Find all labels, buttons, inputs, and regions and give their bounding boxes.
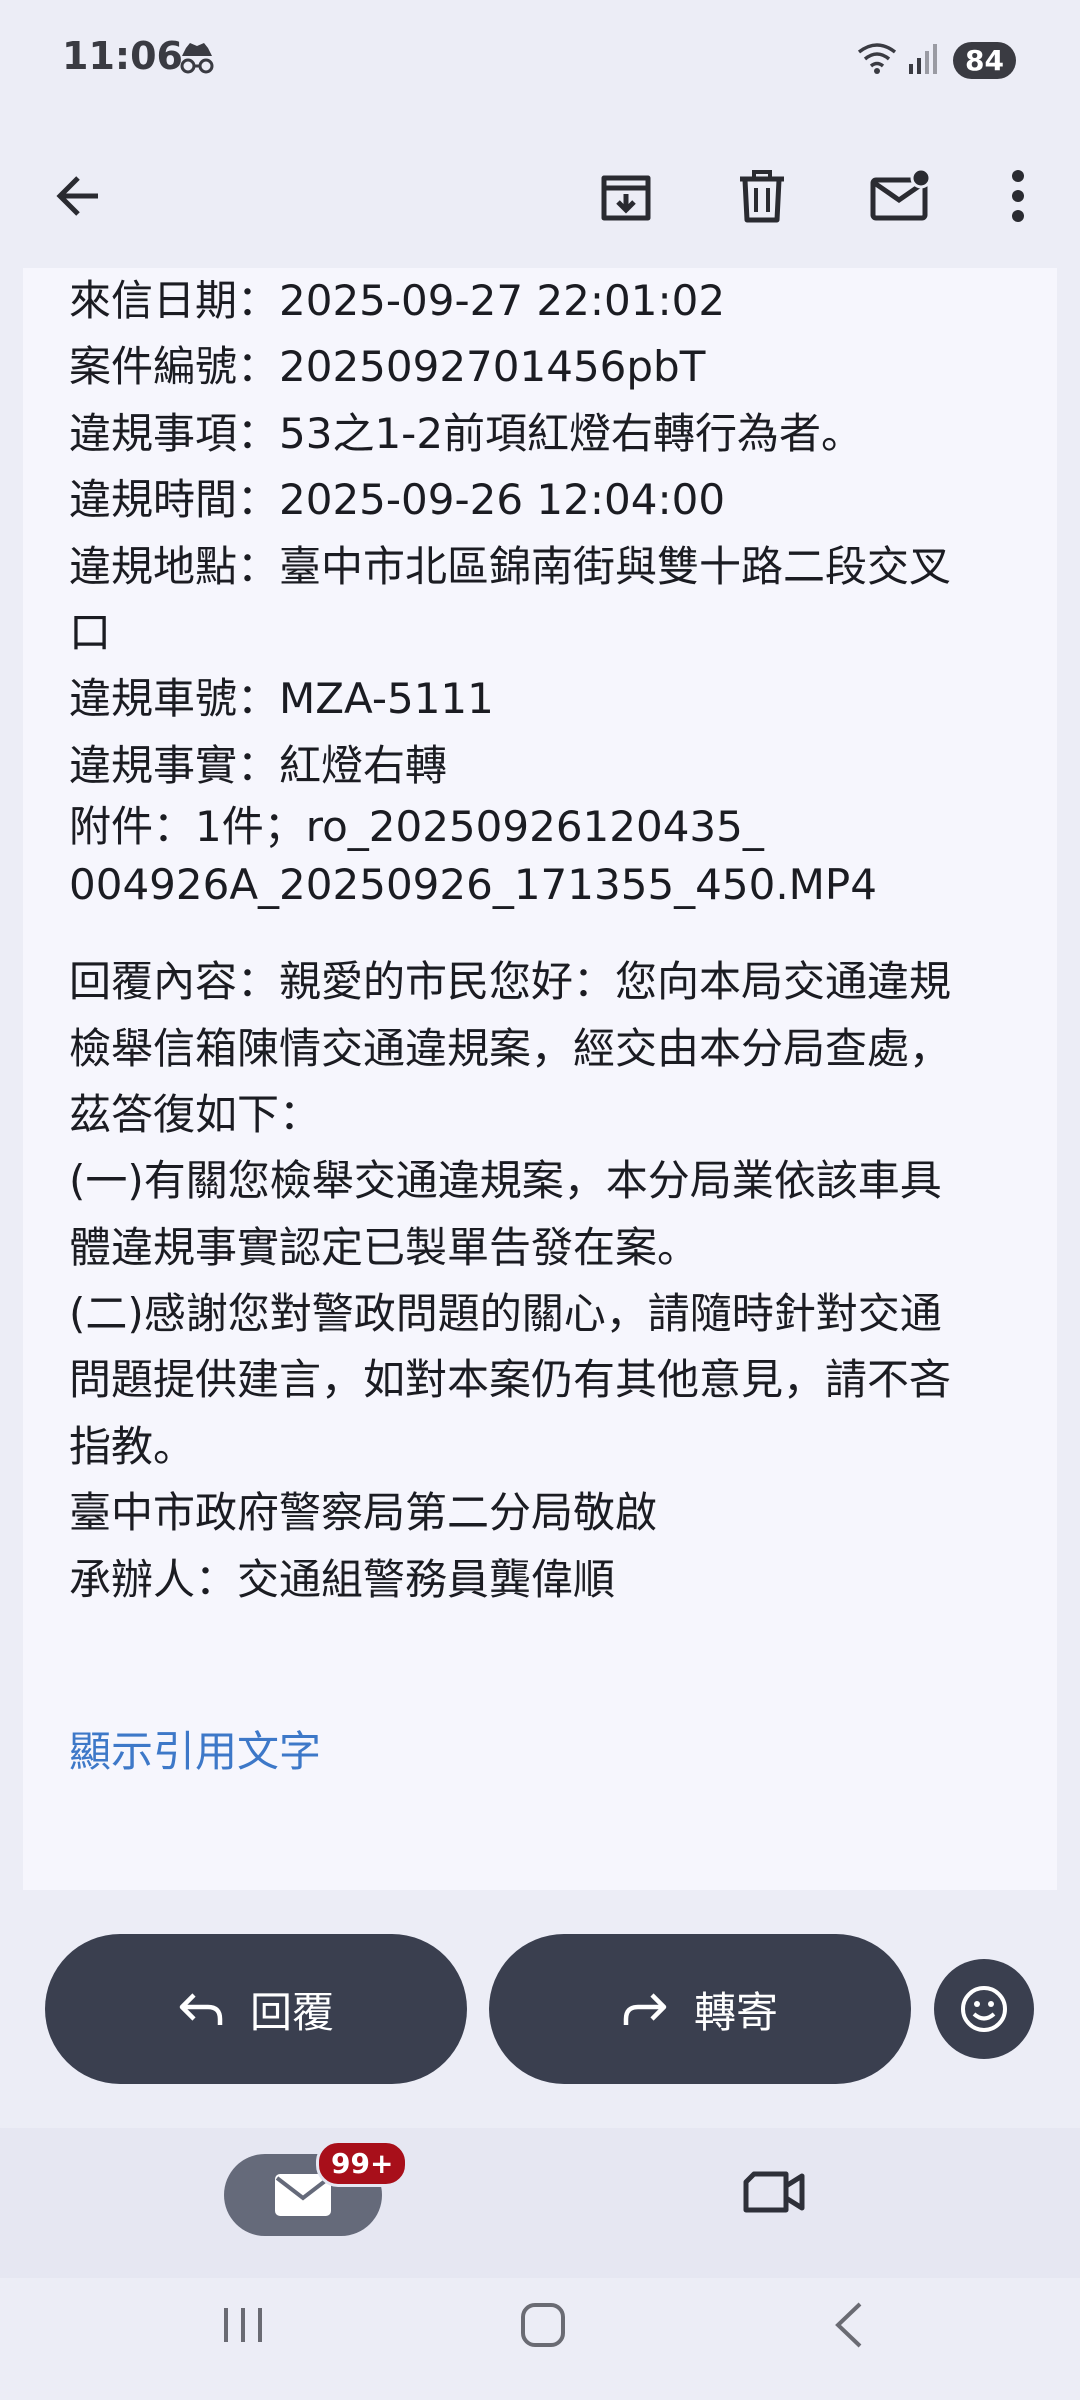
emoji-reaction-button[interactable]: [934, 1959, 1034, 2059]
delete-button[interactable]: [714, 148, 810, 244]
text-line: 違規時間：2025-09-26 12:04:00: [69, 475, 726, 525]
reply-label: 回覆: [249, 1987, 334, 2037]
text-line: (二)感謝您對警政問題的關心，請隨時針對交通: [69, 1289, 942, 1339]
battery-indicator: 84: [953, 41, 1016, 79]
attachment-line: 附件：1件；ro_20250926120435_: [69, 802, 764, 852]
nav-meet-tab[interactable]: [742, 2168, 806, 2220]
archive-button[interactable]: [578, 148, 674, 244]
message-toolbar: [0, 120, 1080, 270]
status-time: 11:06: [62, 34, 183, 78]
back-arrow-icon: [56, 176, 98, 216]
incognito-icon: [176, 40, 218, 80]
more-vert-icon: [1012, 170, 1024, 222]
text-line: 檢舉信箱陳情交通違規案，經交由本分局查處，: [69, 1023, 952, 1073]
action-row: 回覆 轉寄: [0, 1934, 1080, 2084]
signal-icon: [907, 40, 939, 80]
attachment-line: 004926A_20250926_171355_450.MP4: [69, 860, 877, 910]
forward-icon: [623, 1993, 667, 2025]
system-navigation-bar: [0, 2278, 1080, 2400]
more-options-button[interactable]: [970, 148, 1066, 244]
text-line: 承辦人：交通組警務員龔偉順: [69, 1554, 616, 1604]
smiley-icon: [961, 1986, 1007, 2032]
unread-badge: 99+: [316, 2140, 409, 2187]
text-line: 違規地點：臺中市北區錦南街與雙十路二段交叉: [69, 541, 952, 591]
reply-button[interactable]: 回覆: [45, 1934, 467, 2084]
back-button[interactable]: [30, 148, 126, 244]
text-line: 茲答復如下：: [69, 1089, 322, 1139]
text-line: 違規事實：紅燈右轉: [69, 740, 448, 790]
status-right: 84: [855, 40, 1016, 80]
recent-apps-icon: [224, 2308, 262, 2342]
text-line: 來信日期：2025-09-27 22:01:02: [69, 276, 726, 325]
home-button[interactable]: [518, 2300, 568, 2354]
text-line: 指教。: [69, 1421, 196, 1471]
text-line: 問題提供建言，如對本案仍有其他意見，請不吝: [69, 1355, 952, 1405]
system-back-button[interactable]: [828, 2300, 872, 2354]
trash-icon: [740, 170, 784, 223]
mark-unread-button[interactable]: [852, 148, 948, 244]
show-quoted-text-link[interactable]: 顯示引用文字: [69, 1718, 321, 1779]
text-line: 口: [69, 607, 112, 657]
text-line: 案件編號：2025092701456pbT: [69, 342, 706, 392]
text-line: 違規車號：MZA-5111: [69, 674, 494, 724]
forward-button[interactable]: 轉寄: [489, 1934, 911, 2084]
system-back-icon: [835, 2302, 862, 2348]
text-line: 違規事項：53之1-2前項紅燈右轉行為者。: [69, 408, 864, 458]
home-icon: [521, 2303, 565, 2347]
mark-unread-icon: [870, 168, 931, 221]
message-body: 來信日期：2025-09-27 22:01:02 案件編號：2025092701…: [23, 268, 1057, 1890]
status-bar: 11:06 84: [0, 0, 1080, 120]
text-line: 回覆內容：親愛的市民您好：您向本局交通違規: [69, 957, 952, 1007]
recent-apps-button[interactable]: [218, 2300, 268, 2354]
wifi-icon: [855, 40, 899, 80]
video-camera-icon: [743, 2171, 805, 2213]
text-line: 臺中市政府警察局第二分局敬啟: [69, 1488, 658, 1538]
message-text: 來信日期：2025-09-27 22:01:02 案件編號：2025092701…: [69, 268, 1029, 1613]
reply-icon: [179, 1993, 223, 2025]
text-line: 體違規事實認定已製單告發在案。: [69, 1222, 700, 1272]
bottom-navigation: 99+: [0, 2128, 1080, 2278]
text-line: (一)有關您檢舉交通違規案，本分局業依該車具: [69, 1156, 942, 1206]
forward-label: 轉寄: [693, 1987, 778, 2037]
archive-icon: [601, 175, 651, 221]
